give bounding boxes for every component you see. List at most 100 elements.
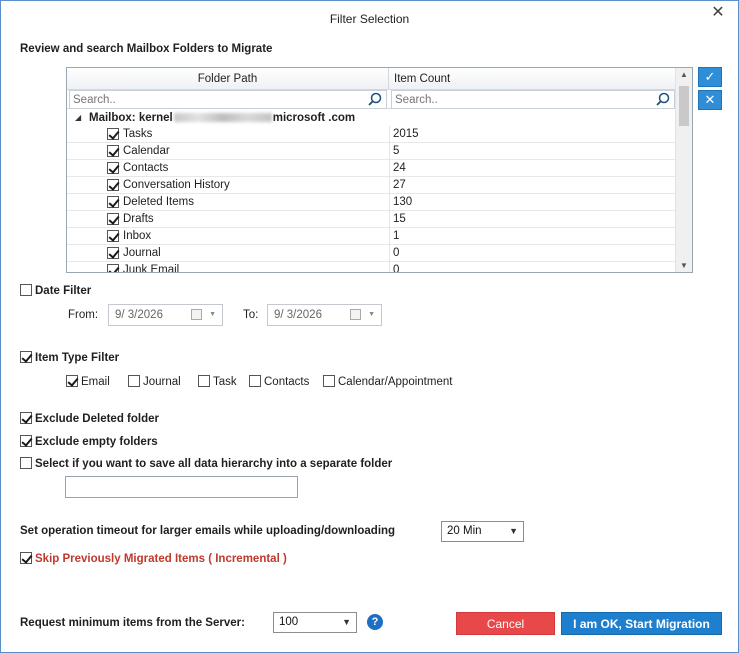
dialog-title: Filter Selection — [329, 12, 410, 26]
folder-checkbox[interactable] — [107, 213, 119, 225]
folder-item-count: 2015 — [393, 128, 419, 140]
request-min-value: 100 — [279, 616, 299, 628]
chevron-down-icon[interactable]: ▼ — [509, 522, 518, 541]
grid-header: Folder Path Item Count — [67, 68, 676, 90]
type-journal-option[interactable]: Journal — [128, 374, 181, 389]
start-migration-button[interactable]: I am OK, Start Migration — [561, 612, 722, 635]
folder-name: Journal — [123, 247, 161, 259]
search-icon[interactable] — [656, 92, 670, 106]
type-journal-checkbox[interactable] — [128, 374, 140, 387]
calendar-icon[interactable] — [191, 309, 202, 320]
to-date-value: 9/ 3/2026 — [274, 309, 322, 321]
type-task-option[interactable]: Task — [198, 374, 237, 389]
folder-checkbox[interactable] — [107, 145, 119, 157]
scroll-up-icon[interactable]: ▲ — [680, 70, 688, 79]
timeout-select[interactable]: 20 Min ▼ — [441, 521, 524, 542]
from-label: From: — [68, 309, 99, 321]
type-email-checkbox[interactable] — [66, 374, 78, 387]
folder-row[interactable]: Contacts 24 — [67, 160, 676, 177]
timeout-label: Set operation timeout for larger emails … — [20, 525, 396, 537]
type-contacts-option[interactable]: Contacts — [249, 374, 310, 389]
exclude-empty-label: Exclude empty folders — [35, 436, 158, 448]
chevron-down-icon[interactable]: ▼ — [342, 613, 351, 632]
scroll-down-icon[interactable]: ▼ — [680, 261, 688, 270]
help-icon[interactable]: ? — [367, 614, 383, 630]
separate-folder-name-input[interactable] — [65, 476, 298, 498]
folder-checkbox[interactable] — [107, 179, 119, 191]
item-type-filter-label: Item Type Filter — [35, 352, 120, 364]
folder-checkbox[interactable] — [107, 162, 119, 174]
type-calendar-option[interactable]: Calendar/Appointment — [323, 374, 453, 389]
request-min-label: Request minimum items from the Server: — [20, 617, 245, 629]
folder-name: Junk Email — [123, 264, 180, 273]
chevron-down-icon[interactable]: ▼ — [209, 305, 216, 325]
collapse-triangle-icon[interactable]: ◢ — [75, 110, 81, 126]
grid-scrollbar[interactable]: ▲ ▼ — [675, 68, 692, 272]
item-count-search-input[interactable] — [392, 91, 646, 108]
scroll-thumb[interactable] — [679, 86, 689, 126]
mailbox-label: Mailbox: kernel microsoft .com — [89, 112, 356, 124]
exclude-deleted-option[interactable]: Exclude Deleted folder — [20, 411, 159, 426]
close-icon[interactable]: ✕ — [710, 5, 726, 21]
exclude-deleted-label: Exclude Deleted folder — [35, 413, 159, 425]
timeout-value: 20 Min — [447, 525, 482, 537]
type-calendar-checkbox[interactable] — [323, 374, 335, 387]
calendar-icon[interactable] — [350, 309, 361, 320]
folder-row[interactable]: Journal 0 — [67, 245, 676, 262]
type-contacts-label: Contacts — [264, 376, 310, 388]
folder-checkbox[interactable] — [107, 128, 119, 140]
select-all-button[interactable]: ✓ — [698, 67, 722, 87]
exclude-empty-checkbox[interactable] — [20, 434, 32, 447]
folder-checkbox[interactable] — [107, 247, 119, 259]
folder-item-count: 15 — [393, 213, 406, 225]
folder-item-count: 0 — [393, 247, 400, 259]
folder-name: Tasks — [123, 128, 153, 140]
from-date-picker[interactable]: 9/ 3/2026 ▼ — [108, 304, 223, 326]
folder-row[interactable]: Conversation History 27 — [67, 177, 676, 194]
check-icon: ✓ — [704, 69, 716, 84]
folder-row[interactable]: Inbox 1 — [67, 228, 676, 245]
type-contacts-checkbox[interactable] — [249, 374, 261, 387]
folder-row[interactable]: Deleted Items 130 — [67, 194, 676, 211]
folder-row[interactable]: Drafts 15 — [67, 211, 676, 228]
mailbox-node[interactable]: ◢ Mailbox: kernel microsoft .com — [67, 110, 676, 126]
incremental-option[interactable]: Skip Previously Migrated Items ( Increme… — [20, 551, 287, 566]
to-date-picker[interactable]: 9/ 3/2026 ▼ — [267, 304, 382, 326]
type-calendar-label: Calendar/Appointment — [338, 376, 453, 388]
folder-row[interactable]: Calendar 5 — [67, 143, 676, 160]
folder-name: Drafts — [123, 213, 154, 225]
column-header-folder-path[interactable]: Folder Path — [67, 68, 389, 90]
search-icon[interactable] — [368, 92, 382, 106]
date-filter-checkbox[interactable] — [20, 283, 32, 296]
folder-item-count: 5 — [393, 145, 400, 157]
chevron-down-icon[interactable]: ▼ — [368, 305, 375, 325]
folder-checkbox[interactable] — [107, 230, 119, 242]
folder-item-count: 0 — [393, 264, 400, 273]
clear-selection-button[interactable]: ✕ — [698, 90, 722, 110]
incremental-label: Skip Previously Migrated Items ( Increme… — [35, 553, 287, 565]
folder-row[interactable]: Junk Email 0 — [67, 262, 676, 273]
column-header-item-count[interactable]: Item Count — [389, 68, 676, 90]
item-count-search — [391, 90, 675, 109]
separate-folder-option[interactable]: Select if you want to save all data hier… — [20, 456, 392, 471]
folder-path-search-input[interactable] — [70, 91, 355, 108]
date-filter-option[interactable]: Date Filter — [20, 283, 91, 298]
redacted-address — [173, 113, 272, 123]
request-min-select[interactable]: 100 ▼ — [273, 612, 357, 633]
folder-row[interactable]: Tasks 2015 — [67, 126, 676, 143]
item-type-filter-option[interactable]: Item Type Filter — [20, 350, 120, 365]
exclude-deleted-checkbox[interactable] — [20, 411, 32, 424]
folder-checkbox[interactable] — [107, 196, 119, 208]
separate-folder-checkbox[interactable] — [20, 456, 32, 469]
folder-name: Deleted Items — [123, 196, 194, 208]
x-icon: ✕ — [704, 92, 716, 107]
item-type-filter-checkbox[interactable] — [20, 350, 32, 363]
exclude-empty-option[interactable]: Exclude empty folders — [20, 434, 158, 449]
column-separator — [389, 126, 390, 272]
filter-selection-dialog: Filter Selection ✕ Review and search Mai… — [0, 0, 739, 653]
type-task-checkbox[interactable] — [198, 374, 210, 387]
folder-checkbox[interactable] — [107, 264, 119, 272]
incremental-checkbox[interactable] — [20, 551, 32, 564]
cancel-button[interactable]: Cancel — [456, 612, 555, 635]
type-email-option[interactable]: Email — [66, 374, 110, 389]
